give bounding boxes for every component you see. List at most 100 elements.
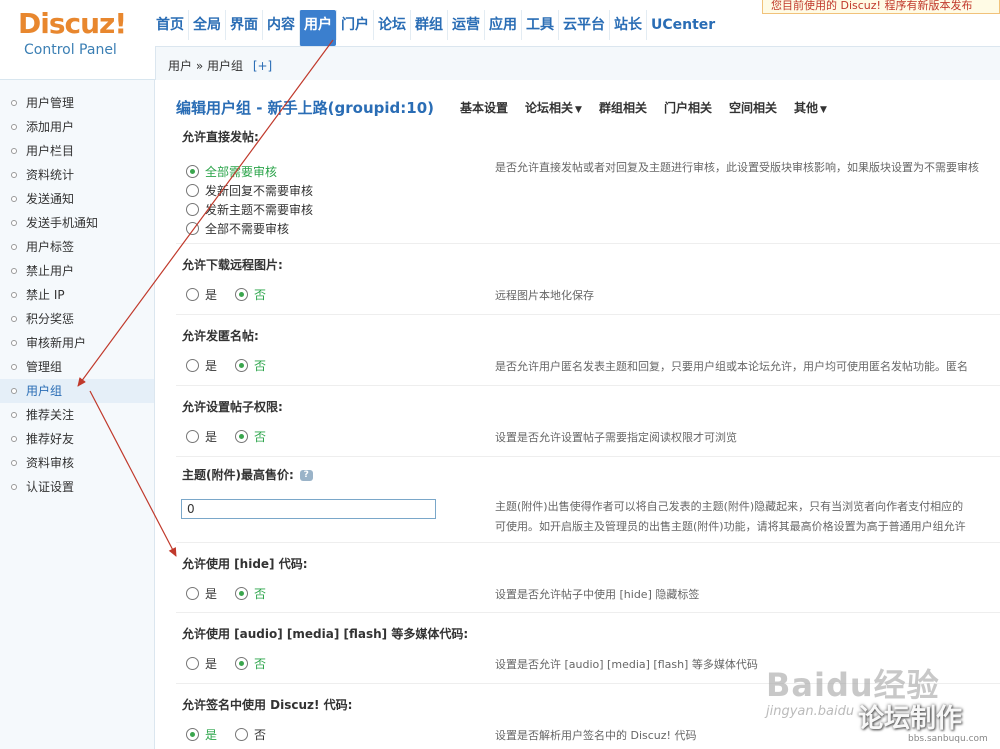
radio-button[interactable]	[235, 728, 249, 741]
section-description: 是否允许用户匿名发表主题和回复，只要用户组或本论坛允许，用户均可使用匿名发帖功能…	[495, 360, 968, 373]
radio-button[interactable]	[186, 587, 199, 600]
option-yes[interactable]: 是	[186, 655, 217, 672]
bullet-icon	[11, 196, 17, 202]
radio-button[interactable]	[235, 430, 249, 443]
radio-button[interactable]	[186, 222, 199, 235]
radio-label: 是	[205, 587, 218, 601]
brand-watermark: 论坛制作	[858, 704, 963, 734]
update-notice[interactable]: 您目前使用的 Discuz! 程序有新版本发布	[762, 0, 1000, 14]
nav-item-cloud[interactable]: 云平台	[558, 10, 609, 40]
radio-label: 否	[254, 657, 267, 671]
sidebar-item[interactable]: 发送通知	[0, 187, 154, 211]
option-yes[interactable]: 是	[186, 286, 217, 303]
sidebar-item[interactable]: 资料统计	[0, 163, 154, 187]
tab[interactable]: 空间相关	[729, 99, 777, 116]
sidebar-item[interactable]: 用户组	[0, 379, 154, 403]
tab-label: 其他	[794, 100, 819, 115]
nav-item-content[interactable]: 内容	[262, 10, 299, 40]
section-label: 允许使用 [hide] 代码:	[182, 557, 308, 571]
breadcrumb-path[interactable]: 用户 » 用户组	[168, 59, 243, 73]
tab[interactable]: 门户相关	[664, 99, 712, 116]
sidebar-item[interactable]: 积分奖惩	[0, 307, 154, 331]
nav-item-home[interactable]: 首页	[152, 10, 188, 40]
radio-button[interactable]	[186, 430, 199, 443]
nav-item-users[interactable]: 用户	[299, 10, 336, 46]
sidebar-item[interactable]: 审核新用户	[0, 331, 154, 355]
nav-item-tools[interactable]: 工具	[521, 10, 558, 40]
sidebar-list: 用户管理 添加用户用户栏目资料统计 发送通知 发送手机通知 用户标签禁止用户禁止 IP 积…	[0, 80, 154, 499]
sidebar-item[interactable]: 禁止 IP	[0, 283, 154, 307]
radio-label: 发新回复不需要审核	[205, 184, 314, 198]
section-anonymous: 允许发匿名帖: 是 否 是否允许用户匿名发表主题和回复，只要用户组或本论坛允许，…	[176, 315, 1000, 386]
option-no[interactable]: 否	[235, 585, 266, 602]
radio-button[interactable]	[186, 359, 199, 372]
radio-button[interactable]	[186, 288, 199, 301]
sidebar-item[interactable]: 用户标签	[0, 235, 154, 259]
radio-button[interactable]	[186, 184, 199, 197]
add-shortcut-button[interactable]: [+]	[253, 59, 272, 73]
tab-label: 空间相关	[728, 100, 777, 115]
sidebar-item[interactable]: 添加用户	[0, 115, 154, 139]
sidebar-item[interactable]: 推荐好友	[0, 427, 154, 451]
nav-item-operations[interactable]: 运营	[447, 10, 484, 40]
tab[interactable]: 论坛相关 ▼	[525, 99, 582, 116]
section-label: 允许下载远程图片:	[182, 258, 283, 272]
nav-item-apps[interactable]: 应用	[484, 10, 521, 40]
top-nav: 首页 全局 界面 内容 用户 门户 论坛 群组 运营 应用 工具 云平台 站长 …	[152, 10, 719, 46]
help-icon[interactable]: ?	[299, 470, 313, 481]
radio-option-0[interactable]: 全部需要审核	[186, 163, 277, 180]
radio-option-3[interactable]: 全部不需要审核	[186, 220, 289, 237]
radio-button[interactable]	[235, 288, 249, 301]
section-max-price: 主题(附件)最高售价:? 主题(附件)出售使得作者可以将自己发表的主题(附件)隐…	[176, 457, 1000, 543]
radio-button[interactable]	[186, 728, 199, 741]
option-yes[interactable]: 是	[186, 428, 217, 445]
radio-button[interactable]	[235, 657, 249, 670]
radio-button[interactable]	[235, 587, 249, 600]
tab[interactable]: 基本设置	[460, 99, 508, 116]
option-yes[interactable]: 是	[186, 726, 217, 743]
option-no[interactable]: 否	[235, 655, 266, 672]
bullet-icon	[11, 316, 17, 322]
sidebar-item-label: 禁止用户	[26, 264, 75, 278]
yes-no-radio-group: 是 否	[186, 585, 284, 602]
radio-button[interactable]	[186, 165, 199, 178]
sidebar-item[interactable]: 用户栏目	[0, 139, 154, 163]
nav-item-webmaster[interactable]: 站长	[609, 10, 646, 40]
tab[interactable]: 其他 ▼	[794, 99, 827, 116]
option-no[interactable]: 否	[235, 726, 266, 743]
sidebar-item[interactable]: 资料审核	[0, 451, 154, 475]
section-description: 设置是否解析用户签名中的 Discuz! 代码	[495, 729, 697, 742]
radio-option-2[interactable]: 发新主题不需要审核	[186, 201, 313, 218]
option-no[interactable]: 否	[235, 357, 266, 374]
option-yes[interactable]: 是	[186, 357, 217, 374]
tab[interactable]: 群组相关	[599, 99, 647, 116]
nav-item-forum[interactable]: 论坛	[373, 10, 410, 40]
sidebar-item[interactable]: 发送手机通知	[0, 211, 154, 235]
nav-item-interface[interactable]: 界面	[225, 10, 262, 40]
sidebar-item[interactable]: 认证设置	[0, 475, 154, 499]
nav-item-ucenter[interactable]: UCenter	[646, 10, 719, 40]
radio-button[interactable]	[186, 657, 199, 670]
option-no[interactable]: 否	[235, 286, 266, 303]
title-bar: 编辑用户组 - 新手上路(groupid:10) 基本设置 论坛相关 ▼ 群组相关 门户…	[176, 96, 844, 118]
radio-button[interactable]	[186, 203, 199, 216]
nav-item-groups[interactable]: 群组	[410, 10, 447, 40]
section-label: 允许签名中使用 Discuz! 代码:	[182, 698, 353, 712]
sidebar-item[interactable]: 推荐关注	[0, 403, 154, 427]
sidebar-item[interactable]: 用户管理	[0, 91, 154, 115]
logo[interactable]: Discuz! Control Panel	[18, 8, 138, 68]
radio-option-1[interactable]: 发新回复不需要审核	[186, 182, 313, 199]
sidebar-item[interactable]: 管理组	[0, 355, 154, 379]
option-no[interactable]: 否	[235, 428, 266, 445]
radio-button[interactable]	[235, 359, 249, 372]
nav-item-portal[interactable]: 门户	[336, 10, 373, 40]
option-yes[interactable]: 是	[186, 585, 217, 602]
sidebar-item[interactable]: 禁止用户	[0, 259, 154, 283]
nav-item-global[interactable]: 全局	[188, 10, 225, 40]
sidebar: 用户管理 添加用户用户栏目资料统计 发送通知 发送手机通知 用户标签禁止用户禁止 IP 积…	[0, 80, 155, 749]
radio-label: 全部不需要审核	[205, 222, 290, 236]
max-price-input[interactable]	[181, 499, 436, 519]
section-post-direct: 允许直接发帖: 全部需要审核 发新回复不需要审核 发新主题不需要审核 全部不需要…	[176, 126, 1000, 244]
bullet-icon	[11, 244, 17, 250]
sidebar-item-label: 用户栏目	[26, 144, 75, 158]
